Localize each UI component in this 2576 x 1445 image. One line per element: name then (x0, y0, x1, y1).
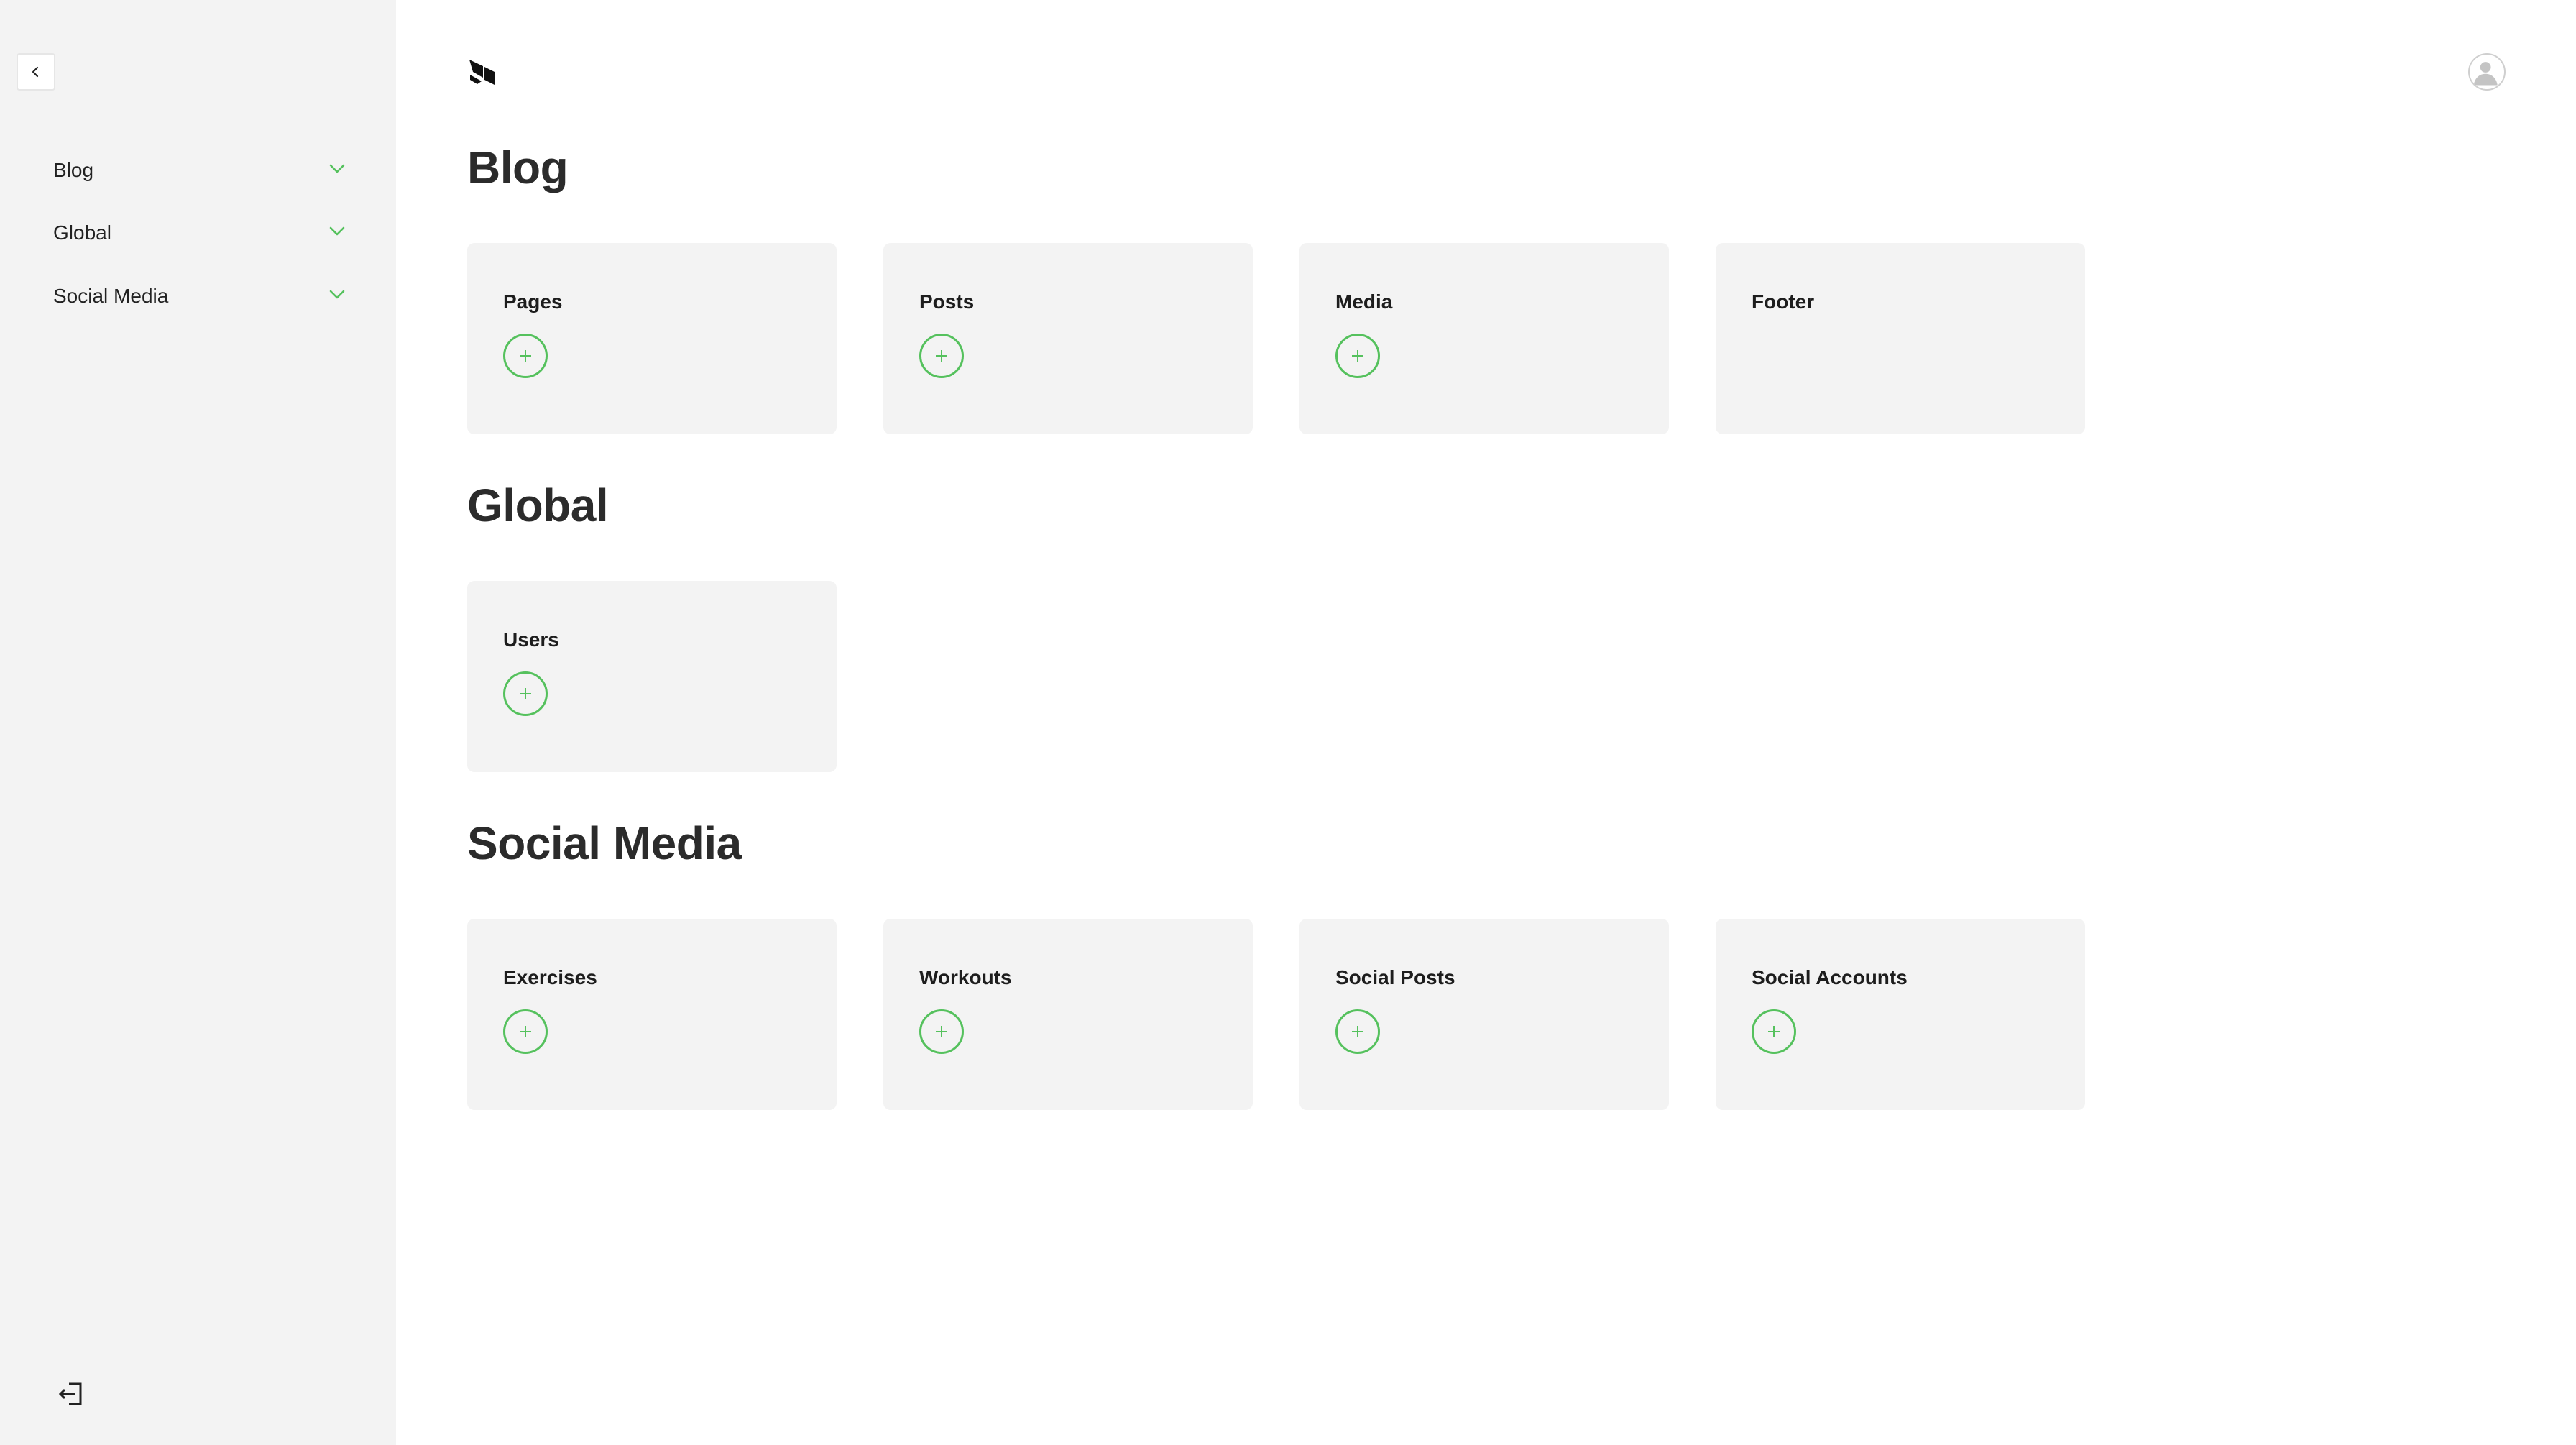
user-avatar-icon (2473, 62, 2498, 86)
collection-card-exercises[interactable]: Exercises (467, 919, 837, 1110)
add-users-button[interactable] (503, 671, 548, 716)
add-social-accounts-button[interactable] (1752, 1009, 1796, 1054)
card-title: Pages (503, 290, 563, 313)
plus-icon (1352, 1026, 1363, 1037)
card-title: Users (503, 628, 559, 651)
plus-icon (936, 1026, 947, 1037)
payload-logo-icon[interactable] (467, 56, 496, 88)
card-title: Footer (1752, 290, 1815, 313)
card-title: Workouts (919, 966, 1012, 988)
card-title: Exercises (503, 966, 597, 988)
card-title: Posts (919, 290, 975, 313)
section-title-social-media: Social Media (467, 817, 742, 869)
collection-card-pages[interactable]: Pages (467, 243, 837, 434)
chevron-left-icon (32, 66, 39, 78)
plus-icon (1352, 350, 1363, 362)
collection-card-users[interactable]: Users (467, 581, 837, 772)
add-exercises-button[interactable] (503, 1009, 548, 1054)
sidebar-group-social-media[interactable]: Social Media (53, 275, 348, 318)
add-posts-button[interactable] (919, 334, 964, 378)
logout-icon (58, 1382, 82, 1405)
sidebar-group-label: Global (53, 221, 111, 244)
add-pages-button[interactable] (503, 334, 548, 378)
plus-icon (520, 1026, 531, 1037)
plus-icon (1768, 1026, 1780, 1037)
collection-card-social-accounts[interactable]: Social Accounts (1716, 919, 2085, 1110)
section-title-blog: Blog (467, 142, 569, 193)
collection-card-posts[interactable]: Posts (883, 243, 1253, 434)
chevron-down-icon[interactable] (326, 284, 348, 309)
card-title: Media (1335, 290, 1393, 313)
collapse-sidebar-button[interactable] (17, 53, 55, 91)
plus-icon (936, 350, 947, 362)
card-title: Social Accounts (1752, 966, 1908, 988)
plus-icon (520, 688, 531, 699)
add-workouts-button[interactable] (919, 1009, 964, 1054)
chevron-down-icon[interactable] (326, 221, 348, 246)
sidebar: Blog Global Social Media (0, 0, 396, 1445)
add-media-button[interactable] (1335, 334, 1380, 378)
collection-card-workouts[interactable]: Workouts (883, 919, 1253, 1110)
sidebar-group-label: Blog (53, 159, 94, 181)
global-card-footer[interactable]: Footer (1716, 243, 2085, 434)
sidebar-group-blog[interactable]: Blog (53, 149, 348, 192)
card-title: Social Posts (1335, 966, 1455, 988)
collection-card-social-posts[interactable]: Social Posts (1300, 919, 1669, 1110)
collection-card-media[interactable]: Media (1300, 243, 1669, 434)
account-avatar[interactable] (2468, 53, 2506, 91)
plus-icon (520, 350, 531, 362)
sidebar-group-label: Social Media (53, 285, 169, 307)
add-social-posts-button[interactable] (1335, 1009, 1380, 1054)
section-title-global: Global (467, 480, 609, 531)
chevron-down-icon[interactable] (326, 158, 348, 183)
logout-button[interactable] (56, 1378, 88, 1410)
sidebar-group-global[interactable]: Global (53, 211, 348, 254)
